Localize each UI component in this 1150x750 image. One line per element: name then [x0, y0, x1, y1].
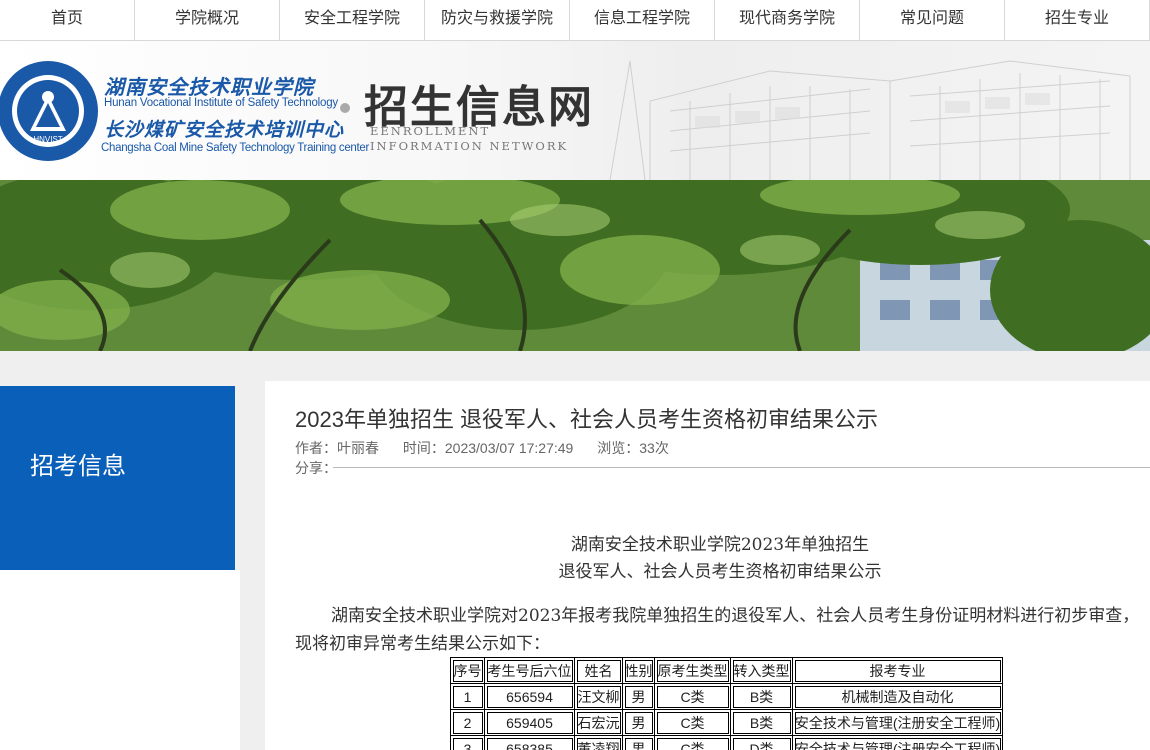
nav-item[interactable]: 招生专业: [1005, 0, 1150, 40]
site-header: HNVIST 湖南安全技术职业学院 Hunan Vocational Insti…: [0, 41, 1150, 180]
school-logo-icon: HNVIST: [0, 61, 98, 161]
article-meta: 作者：叶丽春 时间：2023/03/07 17:27:49 浏览：33次: [295, 438, 689, 458]
table-header-cell: 转入类型: [730, 657, 793, 684]
table-header-row: 序号 考生号后六位 姓名 性别 原考生类型 转入类型 报考专业: [450, 657, 1003, 684]
table-cell: 男: [622, 709, 655, 736]
table-cell: 汪文柳: [574, 683, 623, 710]
table-cell: 1: [450, 683, 485, 710]
table-cell: 石宏沅: [574, 709, 623, 736]
nav-item[interactable]: 现代商务学院: [715, 0, 860, 40]
result-table: 序号 考生号后六位 姓名 性别 原考生类型 转入类型 报考专业 1 656594 汪文柳男 C类 B…: [450, 657, 1003, 750]
sidebar-title[interactable]: 招考信息: [30, 446, 126, 481]
table-cell: 安全技术与管理(注册安全工程师): [792, 735, 1003, 750]
nav-item[interactable]: 防灾与救援学院: [425, 0, 570, 40]
table-header-cell: 原考生类型: [654, 657, 731, 684]
table-cell: C类: [654, 709, 731, 736]
table-cell: 安全技术与管理(注册安全工程师): [792, 709, 1003, 736]
table-cell: 656594: [484, 683, 575, 710]
table-row: 1 656594 汪文柳男 C类 B类 机械制造及自动化: [450, 683, 1003, 710]
table-cell: 男: [622, 683, 655, 710]
table-cell: B类: [730, 709, 793, 736]
table-cell: D类: [730, 735, 793, 750]
nav-item[interactable]: 常见问题: [860, 0, 1005, 40]
school-name-en: Hunan Vocational Institute of Safety Tec…: [104, 97, 338, 109]
notice-heading-line2: 退役军人、社会人员考生资格初审结果公示: [558, 562, 882, 582]
table-cell: 机械制造及自动化: [792, 683, 1003, 710]
table-header-cell: 姓名: [574, 657, 623, 684]
title-dot: [340, 103, 350, 113]
table-cell: 659405: [484, 709, 575, 736]
building-sketch-background: [609, 60, 1131, 180]
site-subtitle: EENROLLMENT INFORMATION NETWORK: [370, 124, 569, 153]
table-cell: 男: [622, 735, 655, 750]
notice-heading-line1: 湖南安全技术职业学院2023年单独招生: [570, 535, 870, 555]
table-header-cell: 报考专业: [792, 657, 1003, 684]
campus-banner-image: [0, 180, 1150, 351]
table-cell: C类: [654, 735, 731, 750]
sidebar-menu-area: [0, 570, 240, 750]
logo-badge-text: HNVIST: [33, 135, 62, 144]
table-cell: 658385: [484, 735, 575, 750]
share-label: 分享：: [295, 460, 337, 476]
table-cell: B类: [730, 683, 793, 710]
trees-illustration: [0, 180, 1150, 351]
table-row: 3 658385 董凌翔男 C类 D类 安全技术与管理(注册安全工程师): [450, 735, 1003, 750]
article-views: 浏览：33次: [597, 440, 669, 456]
table-cell: 2: [450, 709, 485, 736]
notice-paragraph: 湖南安全技术职业学院对2023年报考我院单独招生的退役军人、社会人员考生身份证明…: [295, 606, 1140, 654]
school-name-cn: 湖南安全技术职业学院: [104, 75, 314, 99]
nav-item[interactable]: 学院概况: [135, 0, 280, 40]
top-nav: 首页 学院概况 安全工程学院 防灾与救援学院 信息工程学院 现代商务学院 常见问题 招生专业: [0, 0, 1150, 41]
training-center-name-en: Changsha Coal Mine Safety Technology Tra…: [101, 142, 370, 154]
table-row: 2 659405 石宏沅男 C类 B类 安全技术与管理(注册安全工程师): [450, 709, 1003, 736]
table-cell: C类: [654, 683, 731, 710]
nav-item[interactable]: 安全工程学院: [280, 0, 425, 40]
training-center-name-cn: 长沙煤矿安全技术培训中心: [104, 119, 345, 141]
meta-divider: [333, 467, 1150, 468]
article-title: 2023年单独招生 退役军人、社会人员考生资格初审结果公示: [295, 407, 879, 432]
table-header-cell: 性别: [622, 657, 655, 684]
table-header-cell: 考生号后六位: [484, 657, 575, 684]
table-header-cell: 序号: [450, 657, 485, 684]
table-cell: 3: [450, 735, 485, 750]
table-cell: 董凌翔: [574, 735, 623, 750]
nav-item[interactable]: 信息工程学院: [570, 0, 715, 40]
article-author: 作者：叶丽春: [295, 440, 379, 456]
nav-item[interactable]: 首页: [0, 0, 135, 40]
article-time: 时间：2023/03/07 17:27:49: [402, 440, 574, 456]
